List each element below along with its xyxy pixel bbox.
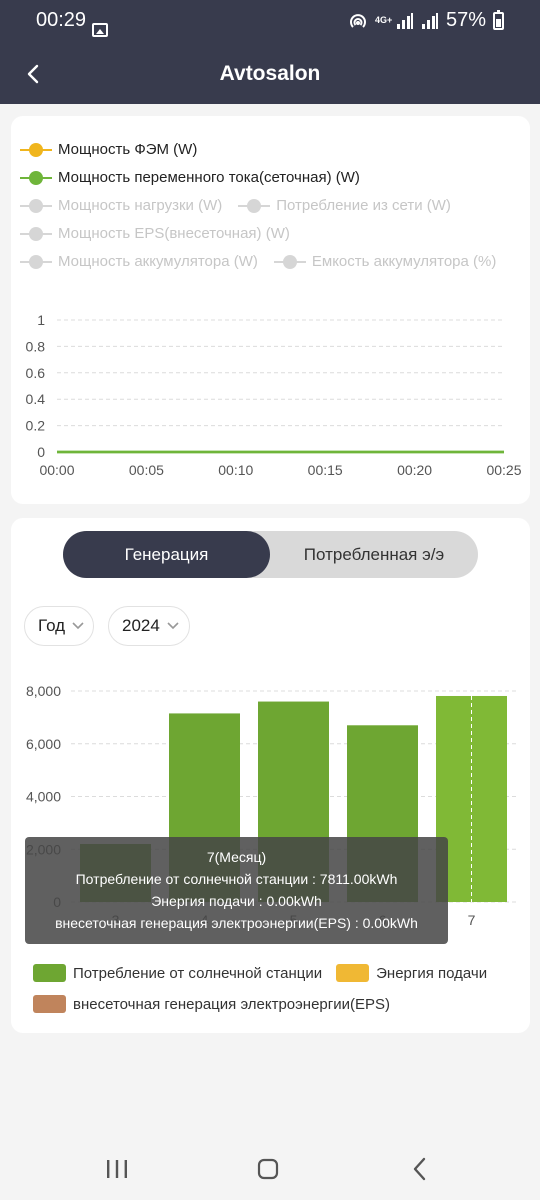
status-bar: 00:29 4G+ 57% bbox=[0, 0, 540, 44]
y-tick-label: 6,000 bbox=[26, 736, 61, 752]
system-nav-bar bbox=[0, 1140, 540, 1200]
tooltip-title: 7(Месяц) bbox=[206, 849, 267, 865]
legend-label: Потребление от солнечной станции bbox=[73, 964, 323, 982]
power-chart-card: Мощность ФЭМ (W) Мощность переменного то… bbox=[11, 116, 530, 504]
status-indicators: 4G+ 57% bbox=[348, 9, 504, 32]
network-type: 4G+ bbox=[374, 15, 393, 25]
legend-item-solar[interactable]: Потребление от солнечной станции bbox=[33, 964, 322, 982]
chart-tooltip: 7(Месяц) Потребление от солнечной станци… bbox=[25, 837, 448, 944]
y-tick-label: 0.8 bbox=[26, 338, 46, 354]
y-tick-label: 8,000 bbox=[26, 683, 61, 699]
y-tick-label: 0.4 bbox=[26, 391, 46, 407]
x-tick-label: 00:15 bbox=[308, 462, 343, 478]
x-tick-label: 00:00 bbox=[39, 462, 74, 478]
signal-icon-2 bbox=[421, 12, 438, 29]
y-tick-label: 0 bbox=[37, 444, 45, 460]
x-tick-label: 00:10 bbox=[218, 462, 253, 478]
legend-swatch bbox=[33, 964, 66, 982]
page-title: Avtosalon bbox=[219, 62, 321, 85]
legend-swatch bbox=[33, 995, 66, 1013]
legend-item-eps[interactable]: внесеточная генерация электроэнергии(EPS… bbox=[33, 995, 390, 1013]
y-tick-label: 4,000 bbox=[26, 789, 61, 805]
signal-icon bbox=[396, 12, 413, 29]
x-tick-label: 00:20 bbox=[397, 462, 432, 478]
tooltip-line-eps: внесеточная генерация электроэнергии(EPS… bbox=[55, 915, 418, 931]
x-tick-label: 00:25 bbox=[486, 462, 521, 478]
bar-legend-row-1: Потребление от солнечной станции Энергия… bbox=[33, 964, 501, 982]
bar-legend-row-2: внесеточная генерация электроэнергии(EPS… bbox=[33, 995, 404, 1013]
hotspot-icon bbox=[350, 13, 366, 28]
image-notification-icon bbox=[92, 23, 108, 37]
status-time: 00:29 bbox=[36, 9, 87, 31]
recent-apps-icon[interactable] bbox=[102, 1156, 132, 1182]
y-tick-label: 0.2 bbox=[26, 418, 46, 434]
legend-item-feed-in[interactable]: Энергия подачи bbox=[336, 964, 487, 982]
tooltip-line-solar: Потребление от солнечной станции : 7811.… bbox=[75, 871, 398, 887]
legend-swatch bbox=[336, 964, 370, 982]
home-icon[interactable] bbox=[253, 1156, 283, 1182]
legend-label: внесеточная генерация электроэнергии(EPS… bbox=[73, 995, 390, 1013]
back-nav-icon[interactable] bbox=[405, 1156, 435, 1182]
battery-icon bbox=[493, 9, 504, 30]
x-tick-label: 00:05 bbox=[129, 462, 164, 478]
legend-label: Энергия подачи bbox=[376, 964, 488, 982]
power-line-chart: 0 0.2 0.4 0.6 0.8 1 00:00 00:05 00:10 00:15 00:20 0… bbox=[26, 312, 522, 478]
y-tick-label: 0.6 bbox=[26, 365, 46, 381]
y-tick-label: 1 bbox=[37, 312, 45, 328]
battery-percent: 57% bbox=[445, 9, 486, 31]
x-tick-label: 7 bbox=[468, 912, 476, 928]
tooltip-line-feed: Энергия подачи : 0.00kWh bbox=[151, 893, 322, 909]
energy-chart-card: Генерация Потребленная э/э Год 2024 02,0… bbox=[11, 518, 530, 1033]
app-header: Avtosalon bbox=[0, 44, 540, 104]
